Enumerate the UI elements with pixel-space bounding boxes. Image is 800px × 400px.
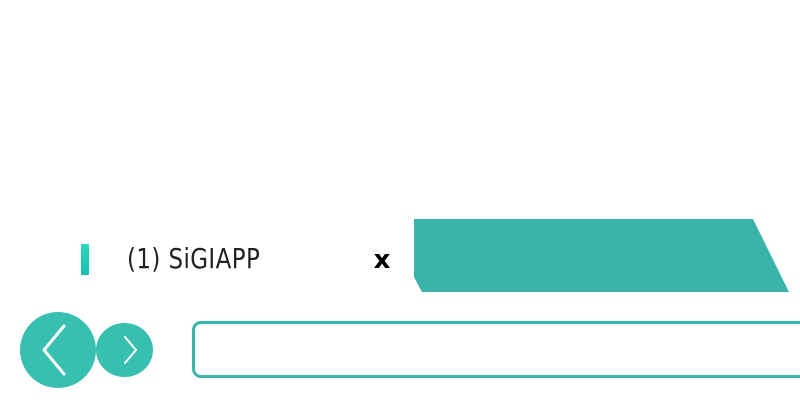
browser-chrome: (1) SiGIAPP x bbox=[0, 0, 800, 400]
back-button[interactable] bbox=[20, 312, 96, 388]
navigation-buttons bbox=[20, 312, 153, 388]
url-input[interactable] bbox=[205, 332, 785, 368]
tab-title: (1) SiGIAPP bbox=[127, 242, 261, 275]
browser-tab[interactable]: (1) SiGIAPP x bbox=[70, 232, 400, 288]
address-bar[interactable] bbox=[192, 321, 800, 378]
forward-button[interactable] bbox=[96, 323, 153, 377]
new-tab-shape-icon bbox=[414, 219, 789, 292]
chevron-right-icon bbox=[124, 336, 137, 364]
chevron-left-icon bbox=[42, 324, 66, 376]
new-tab-button[interactable] bbox=[414, 219, 790, 292]
tab-close-button[interactable]: x bbox=[370, 246, 394, 274]
tab-favicon-icon bbox=[81, 244, 89, 275]
